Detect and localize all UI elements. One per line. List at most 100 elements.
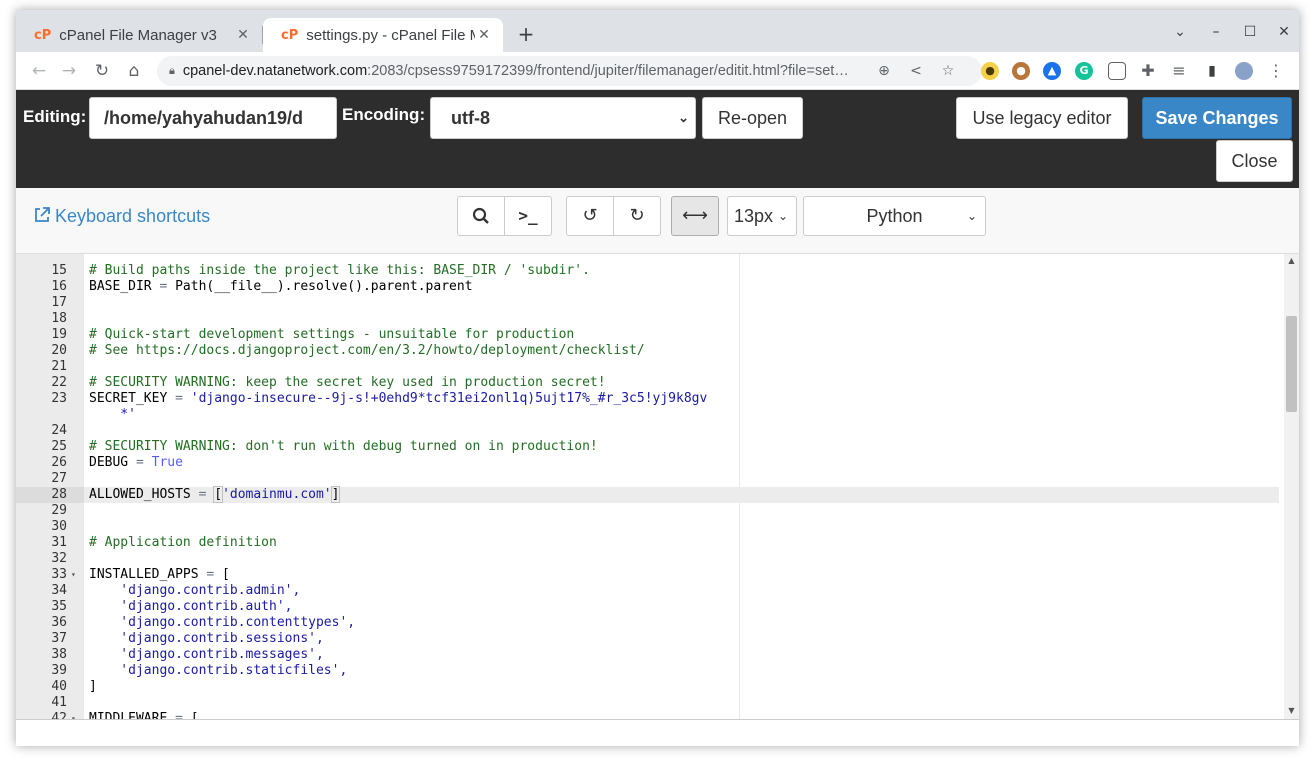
line-number: 23 [51, 391, 67, 406]
code-line[interactable]: 24 [16, 423, 1276, 439]
lock-icon[interactable]: 🔒︎ [169, 65, 175, 78]
code-line[interactable]: 27 [16, 471, 1276, 487]
scrollbar-thumb[interactable] [1286, 316, 1297, 412]
code-line[interactable]: *' [16, 407, 1276, 423]
code-line[interactable]: 40] [16, 679, 1276, 695]
line-number: 21 [51, 359, 67, 374]
code-line[interactable]: 41 [16, 695, 1276, 711]
minimize-button[interactable]: – [1202, 20, 1230, 44]
line-number: 22 [51, 375, 67, 390]
code-text: # Application definition [89, 535, 277, 550]
code-text: *' [89, 407, 136, 422]
reload-button[interactable]: ↻ [90, 59, 114, 83]
language-select[interactable]: Python ⌄ [803, 196, 986, 236]
code-line[interactable]: 17 [16, 295, 1276, 311]
external-link-icon [34, 206, 50, 227]
fold-toggle-icon[interactable]: ▾ [71, 711, 79, 719]
code-line[interactable]: 25 # SECURITY WARNING: don't run with deb… [16, 439, 1276, 455]
address-bar[interactable]: 🔒︎ cpanel-dev.natanetwork.com:2083/cpses… [157, 56, 982, 86]
command-palette-button[interactable]: >_ [504, 196, 552, 236]
keyboard-shortcuts-link[interactable]: Keyboard shortcuts [34, 206, 210, 227]
code-text: 'django.contrib.admin', [89, 583, 301, 598]
maximize-button[interactable]: ☐ [1236, 20, 1264, 44]
encoding-select[interactable]: utf-8 ⌄ [430, 97, 696, 139]
word-wrap-toggle[interactable]: ⟷ [671, 196, 719, 236]
new-tab-button[interactable]: + [514, 22, 538, 46]
code-line[interactable]: 31 # Application definition [16, 535, 1276, 551]
grammarly-extension-icon[interactable]: G [1075, 62, 1093, 80]
code-line[interactable]: 20 # See https://docs.djangoproject.com/e… [16, 343, 1276, 359]
code-line[interactable]: 21 [16, 359, 1276, 375]
undo-button[interactable]: ↺ [566, 196, 614, 236]
tab-search-icon[interactable]: ⌄ [1166, 20, 1194, 44]
editor-toolbar: Keyboard shortcuts >_ ↺ ↻ ⟷ 13px ⌄ Pytho… [16, 188, 1299, 254]
code-line[interactable]: 38 'django.contrib.messages', [16, 647, 1276, 663]
window-close-button[interactable]: ✕ [1270, 20, 1298, 44]
url-host: cpanel-dev.natanetwork.com [182, 63, 368, 79]
reopen-button[interactable]: Re-open [702, 97, 803, 139]
back-button[interactable]: ← [27, 59, 51, 83]
code-line[interactable]: 22 # SECURITY WARNING: keep the secret ke… [16, 375, 1276, 391]
media-control-icon[interactable]: ≡ [1170, 62, 1188, 80]
line-number: 18 [51, 311, 67, 326]
vertical-scrollbar[interactable]: ▲ ▼ [1284, 254, 1299, 719]
line-number: 34 [51, 583, 67, 598]
search-button[interactable] [457, 196, 505, 236]
cloud-extension-icon[interactable]: ▲ [1043, 62, 1061, 80]
code-line[interactable]: 15 # Build paths inside the project like … [16, 263, 1276, 279]
bookmark-star-icon[interactable]: ☆ [938, 61, 958, 81]
code-line[interactable]: 18 [16, 311, 1276, 327]
scroll-up-icon[interactable]: ▲ [1284, 256, 1299, 265]
line-number: 24 [51, 423, 67, 438]
bee-extension-icon[interactable]: ● [981, 62, 999, 80]
code-line[interactable]: 16 BASE_DIR = Path(__file__).resolve().pa… [16, 279, 1276, 295]
code-line[interactable]: 33 ▾ INSTALLED_APPS = [ [16, 567, 1276, 583]
code-line[interactable]: 23 SECRET_KEY = 'django-insecure--9j-s!+0… [16, 391, 1276, 407]
close-icon[interactable]: ✕ [475, 27, 493, 43]
url-path: :2083/cpsess9759172399/frontend/jupiter/… [367, 63, 849, 79]
code-line[interactable]: 32 [16, 551, 1276, 567]
code-text: # Build paths inside the project like th… [89, 263, 590, 278]
file-path-input[interactable]: /home/yahyahudan19/d [89, 97, 337, 139]
forward-button[interactable]: → [57, 59, 81, 83]
code-editor[interactable]: 15 # Build paths inside the project like … [16, 254, 1299, 719]
redo-button[interactable]: ↻ [613, 196, 661, 236]
cookie-extension-icon[interactable]: ● [1012, 62, 1030, 80]
close-button[interactable]: Close [1216, 140, 1293, 182]
code-text: SECRET_KEY = 'django-insecure--9j-s!+0eh… [89, 391, 708, 406]
fold-toggle-icon[interactable]: ▾ [71, 567, 79, 583]
share-icon[interactable]: < [906, 61, 926, 81]
code-line[interactable]: 30 [16, 519, 1276, 535]
code-line[interactable]: 29 [16, 503, 1276, 519]
line-number: 16 [51, 279, 67, 294]
save-changes-button[interactable]: Save Changes [1142, 97, 1292, 139]
code-line[interactable]: 37 'django.contrib.sessions', [16, 631, 1276, 647]
editor-header: Editing: /home/yahyahudan19/d Encoding: … [16, 90, 1299, 188]
line-number: 38 [51, 647, 67, 662]
code-line[interactable]: 26 DEBUG = True [16, 455, 1276, 471]
code-line[interactable]: 39 'django.contrib.staticfiles', [16, 663, 1276, 679]
zoom-icon[interactable]: ⊕ [874, 61, 894, 81]
code-line[interactable]: 34 'django.contrib.admin', [16, 583, 1276, 599]
close-icon[interactable]: ✕ [234, 27, 252, 43]
code-line[interactable]: 36 'django.contrib.contenttypes', [16, 615, 1276, 631]
use-legacy-editor-button[interactable]: Use legacy editor [956, 97, 1128, 139]
code-text: BASE_DIR = Path(__file__).resolve().pare… [89, 279, 473, 294]
line-number: 30 [51, 519, 67, 534]
code-line[interactable]: 35 'django.contrib.auth', [16, 599, 1276, 615]
tab-strip: cP cPanel File Manager v3 ✕ cP settings.… [16, 10, 1299, 52]
tab-settings-py[interactable]: cP settings.py - cPanel File M ✕ [263, 18, 503, 52]
code-line[interactable]: 42 ▾ MIDDLEWARE = [ [16, 711, 1276, 719]
tab-file-manager[interactable]: cP cPanel File Manager v3 ✕ [16, 18, 262, 52]
menu-icon[interactable]: ⋮ [1267, 62, 1285, 80]
scroll-down-icon[interactable]: ▼ [1284, 706, 1299, 715]
font-size-select[interactable]: 13px ⌄ [727, 196, 797, 236]
home-button[interactable]: ⌂ [122, 59, 146, 83]
profile-avatar[interactable] [1235, 62, 1253, 80]
code-line[interactable]: 28 ALLOWED_HOSTS = ['domainmu.com'] [16, 486, 1276, 503]
code-text: 'django.contrib.sessions', [89, 631, 324, 646]
sidepanel-icon[interactable]: ▮ [1203, 62, 1221, 80]
puzzle-extension-icon[interactable]: ✚ [1139, 62, 1157, 80]
code-line[interactable]: 19 # Quick-start development settings - u… [16, 327, 1276, 343]
chat-extension-icon[interactable] [1108, 62, 1126, 80]
